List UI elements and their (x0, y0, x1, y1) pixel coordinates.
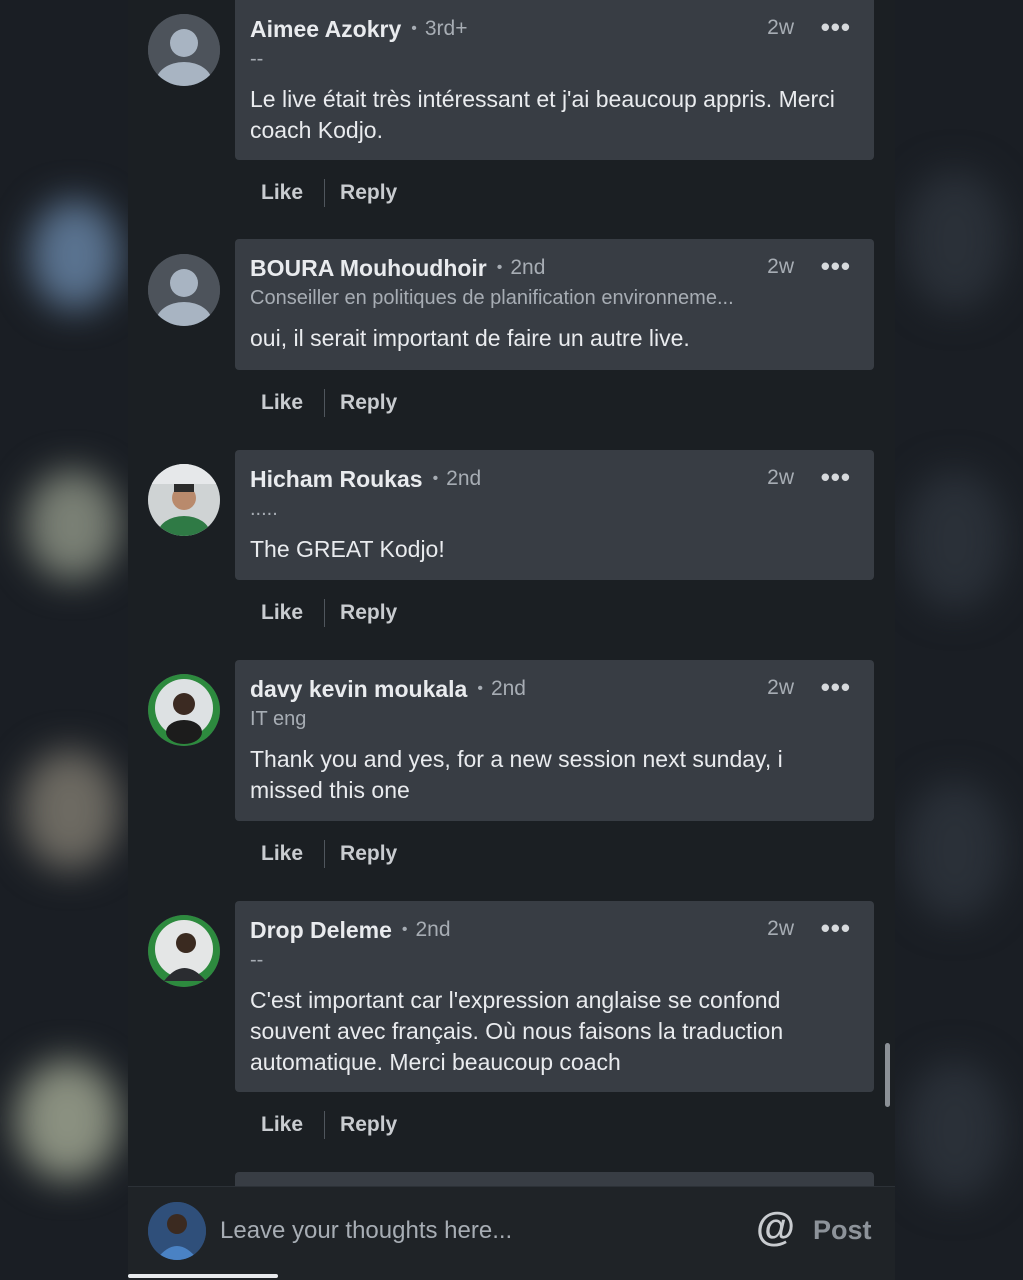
blurred-backdrop-left (0, 0, 128, 1280)
current-user-avatar (148, 1202, 206, 1260)
divider (324, 179, 326, 207)
comment-composer: Leave your thoughts here... @ Post (128, 1186, 895, 1280)
author-headline: IT eng (250, 708, 307, 730)
comment-text: The GREAT Kodjo! (250, 536, 445, 562)
scrollbar[interactable] (885, 1043, 890, 1107)
home-indicator (128, 1274, 278, 1278)
timestamp: 2w (767, 16, 794, 39)
avatar[interactable] (148, 254, 220, 326)
reply-button[interactable]: Reply (340, 181, 397, 205)
separator-dot: • (496, 259, 503, 276)
comment-input[interactable]: Leave your thoughts here... (220, 1217, 512, 1245)
separator-dot: • (477, 680, 483, 697)
avatar[interactable] (148, 464, 220, 536)
comment-bubble: BOURA Mouhoudhoir • 2nd 2w ••• Conseille… (235, 239, 874, 370)
separator-dot: • (401, 921, 408, 938)
reply-button[interactable]: Reply (340, 391, 397, 415)
author-name[interactable]: Drop Deleme (250, 917, 392, 944)
comment-text: C'est important car l'expression anglais… (250, 987, 784, 1075)
divider (324, 389, 326, 417)
author-headline: ..... (250, 498, 278, 520)
comment-text: Thank you and yes, for a new session nex… (250, 746, 783, 803)
author-name[interactable]: BOURA Mouhoudhoir (250, 255, 487, 282)
comment-bubble: davy kevin moukala • 2nd 2w ••• IT eng T… (235, 660, 874, 821)
author-name[interactable]: davy kevin moukala (250, 676, 467, 703)
more-options-icon[interactable]: ••• (821, 253, 851, 279)
author-name[interactable]: Hicham Roukas (250, 466, 423, 493)
avatar[interactable] (148, 915, 220, 987)
comment-bubble: Hicham Roukas • 2nd 2w ••• ..... The GRE… (235, 450, 874, 580)
like-button[interactable]: Like (261, 601, 303, 625)
reply-button[interactable]: Reply (340, 601, 397, 625)
mention-icon[interactable]: @ (756, 1205, 795, 1250)
author-headline: -- (250, 949, 264, 971)
separator-dot: • (432, 470, 439, 487)
more-options-icon[interactable]: ••• (821, 915, 851, 941)
blurred-backdrop-right (895, 0, 1023, 1280)
connection-degree: 2nd (510, 256, 546, 279)
reply-button[interactable]: Reply (340, 1113, 397, 1137)
connection-degree: 3rd+ (424, 17, 468, 40)
timestamp: 2w (767, 466, 794, 489)
connection-degree: 2nd (415, 918, 451, 941)
separator-dot: • (411, 20, 417, 37)
like-button[interactable]: Like (261, 842, 303, 866)
timestamp: 2w (767, 255, 794, 278)
comments-screen: Aimee Azokry • 3rd+ 2w ••• -- Le live ét… (128, 0, 895, 1280)
author-headline: -- (250, 48, 264, 70)
post-button[interactable]: Post (813, 1215, 872, 1246)
divider (324, 599, 326, 627)
comment-text: Le live était très intéressant et j'ai b… (250, 86, 835, 143)
more-options-icon[interactable]: ••• (821, 464, 851, 490)
avatar[interactable] (148, 14, 220, 86)
comment-text: oui, il serait important de faire un aut… (250, 325, 690, 351)
author-name[interactable]: Aimee Azokry (250, 16, 401, 43)
like-button[interactable]: Like (261, 181, 303, 205)
reply-button[interactable]: Reply (340, 842, 397, 866)
connection-degree: 2nd (490, 677, 526, 700)
more-options-icon[interactable]: ••• (821, 14, 851, 40)
avatar[interactable] (148, 674, 220, 746)
comment-bubble: Drop Deleme • 2nd 2w ••• -- C'est import… (235, 901, 874, 1092)
author-headline: Conseiller en politiques de planificatio… (250, 287, 734, 309)
comment-bubble: Aimee Azokry • 3rd+ 2w ••• -- Le live ét… (235, 0, 874, 160)
divider (324, 1111, 326, 1139)
more-options-icon[interactable]: ••• (821, 674, 851, 700)
connection-degree: 2nd (446, 467, 482, 490)
like-button[interactable]: Like (261, 1113, 303, 1137)
timestamp: 2w (767, 917, 794, 940)
divider (324, 840, 326, 868)
timestamp: 2w (767, 676, 794, 699)
like-button[interactable]: Like (261, 391, 303, 415)
